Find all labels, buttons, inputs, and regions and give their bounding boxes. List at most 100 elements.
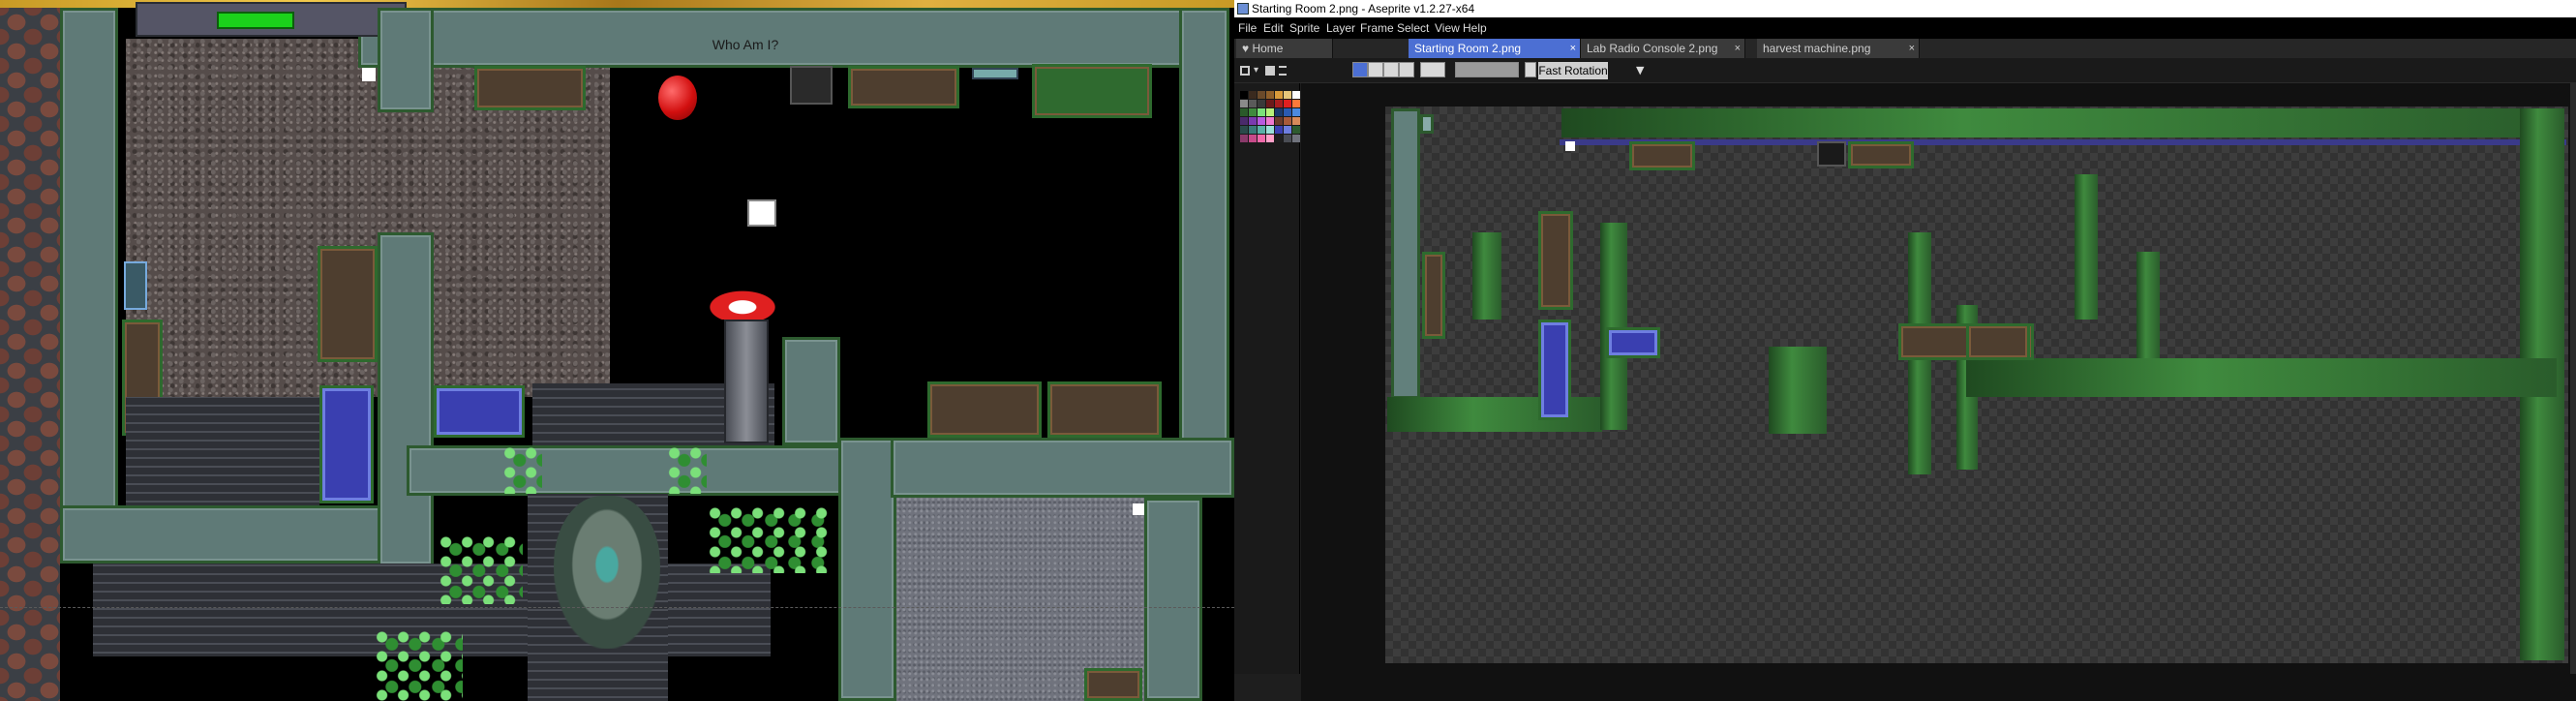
- add-selection-icon[interactable]: [1368, 62, 1383, 77]
- palette-swatch[interactable]: [1240, 117, 1248, 125]
- green-plant: [376, 629, 463, 701]
- intersect-selection-icon[interactable]: [1399, 62, 1414, 77]
- palette-swatch[interactable]: [1240, 126, 1248, 134]
- right-wall: [1179, 8, 1229, 498]
- tab-starting-room[interactable]: Starting Room 2.png ×: [1409, 39, 1581, 58]
- palette-swatch[interactable]: [1275, 117, 1283, 125]
- tab-harvest-machine[interactable]: harvest machine.png ×: [1757, 39, 1920, 58]
- palette-swatch[interactable]: [1292, 108, 1300, 116]
- chevron-down-icon[interactable]: ▾: [1254, 66, 1263, 76]
- palette-swatch[interactable]: [1249, 135, 1257, 142]
- palette-swatch[interactable]: [1275, 135, 1283, 142]
- palette-swatch[interactable]: [1292, 135, 1300, 142]
- close-icon[interactable]: ×: [1735, 39, 1741, 58]
- palette-swatch[interactable]: [1275, 108, 1283, 116]
- sprite-vertical-wall: [1600, 223, 1627, 430]
- sprite-top-trim: [1560, 139, 2566, 145]
- red-creature[interactable]: [705, 289, 780, 320]
- palette-swatch[interactable]: [1275, 100, 1283, 107]
- sprite-blue-console: [1606, 327, 1660, 358]
- palette-swatch[interactable]: [1249, 126, 1257, 134]
- heart-icon: ♥: [1242, 42, 1253, 55]
- tab-label: Lab Radio Console 2.png: [1587, 42, 1718, 55]
- white-marker: [362, 68, 376, 81]
- palette-swatch[interactable]: [1275, 91, 1283, 99]
- sprite-wall-panel: [1422, 252, 1445, 339]
- sprite-vertical-wall: [2137, 252, 2160, 368]
- palette-swatch[interactable]: [1284, 108, 1291, 116]
- window-title: Starting Room 2.png - Aseprite v1.2.27-x…: [1252, 2, 1475, 15]
- palette-swatch[interactable]: [1266, 135, 1274, 142]
- palette-swatch[interactable]: [1266, 91, 1274, 99]
- sprite-top-wall: [1561, 108, 2564, 137]
- alien-beetle[interactable]: [554, 496, 660, 649]
- palette-swatch[interactable]: [1240, 135, 1248, 142]
- player-character[interactable]: [747, 199, 776, 227]
- menu-frame[interactable]: Frame: [1360, 17, 1394, 39]
- menu-select[interactable]: Select: [1397, 17, 1429, 39]
- replace-selection-icon[interactable]: [1352, 62, 1368, 77]
- color-palette[interactable]: [1234, 83, 1309, 674]
- palette-swatch[interactable]: [1249, 108, 1257, 116]
- wall-panel: [474, 66, 586, 110]
- palette-swatch[interactable]: [1292, 91, 1300, 99]
- palette-swatch[interactable]: [1292, 126, 1300, 134]
- pivot-selector[interactable]: [1455, 62, 1519, 77]
- palette-swatch[interactable]: [1258, 100, 1265, 107]
- close-icon[interactable]: ×: [1909, 39, 1915, 58]
- close-icon[interactable]: ×: [1570, 39, 1576, 58]
- palette-swatch[interactable]: [1249, 117, 1257, 125]
- red-apple[interactable]: [658, 76, 697, 120]
- settings-icon[interactable]: [1525, 62, 1536, 77]
- aseprite-window[interactable]: Starting Room 2.png - Aseprite v1.2.27-x…: [1234, 0, 2576, 701]
- palette-swatch[interactable]: [1266, 108, 1274, 116]
- menu-layer[interactable]: Layer: [1326, 17, 1355, 39]
- palette-swatch[interactable]: [1258, 91, 1265, 99]
- palette-swatch[interactable]: [1266, 126, 1274, 134]
- palette-swatch[interactable]: [1284, 117, 1291, 125]
- wood-console: [1047, 381, 1162, 438]
- palette-swatch[interactable]: [1240, 91, 1248, 99]
- menu-edit[interactable]: Edit: [1263, 17, 1284, 39]
- palette-swatch[interactable]: [1284, 135, 1291, 142]
- tab-lab-radio-console[interactable]: Lab Radio Console 2.png ×: [1581, 39, 1745, 58]
- white-marker: [1133, 503, 1144, 515]
- sprite-wall-panel: [1848, 141, 1914, 168]
- palette-swatch[interactable]: [1292, 117, 1300, 125]
- palette-swatch[interactable]: [1249, 100, 1257, 107]
- palette-swatch[interactable]: [1284, 100, 1291, 107]
- lock-icon[interactable]: [1240, 66, 1250, 76]
- sprite-canvas[interactable]: [1385, 107, 2568, 663]
- palette-swatch[interactable]: [1258, 108, 1265, 116]
- window-titlebar[interactable]: Starting Room 2.png - Aseprite v1.2.27-x…: [1234, 0, 2576, 17]
- palette-swatch[interactable]: [1240, 108, 1248, 116]
- tab-label: Home: [1252, 42, 1284, 55]
- rotation-algorithm-select[interactable]: Fast Rotation: [1538, 62, 1608, 79]
- menu-sprite[interactable]: Sprite: [1289, 17, 1319, 39]
- chevron-down-icon[interactable]: ▼: [1636, 64, 1650, 77]
- palette-swatch[interactable]: [1266, 100, 1274, 107]
- sprite-vertical-wall: [2075, 174, 2098, 320]
- palette-swatch[interactable]: [1258, 135, 1265, 142]
- menu-help[interactable]: Help: [1463, 17, 1487, 39]
- palette-swatch[interactable]: [1284, 126, 1291, 134]
- menu-view[interactable]: View: [1435, 17, 1460, 39]
- game-viewport[interactable]: Who Am I?: [0, 0, 1234, 701]
- transparent-color-icon[interactable]: [1420, 62, 1445, 77]
- palette-swatch[interactable]: [1258, 117, 1265, 125]
- vertical-scrollbar[interactable]: [2570, 83, 2576, 674]
- subtract-selection-icon[interactable]: [1383, 62, 1399, 77]
- palette-swatch[interactable]: [1284, 91, 1291, 99]
- palette-swatch[interactable]: [1292, 100, 1300, 107]
- palette-swatch[interactable]: [1240, 100, 1248, 107]
- tab-home[interactable]: ♥ Home: [1236, 39, 1333, 58]
- menu-icon[interactable]: [1279, 66, 1287, 76]
- palette-swatch[interactable]: [1258, 126, 1265, 134]
- file-icon[interactable]: [1265, 66, 1275, 76]
- palette-swatch[interactable]: [1249, 91, 1257, 99]
- menu-file[interactable]: File: [1238, 17, 1257, 39]
- middle-wall: [407, 445, 852, 496]
- palette-swatch[interactable]: [1275, 126, 1283, 134]
- palette-swatch[interactable]: [1266, 117, 1274, 125]
- context-toolbar: ▾ Fast Rotation ▼: [1234, 58, 2576, 83]
